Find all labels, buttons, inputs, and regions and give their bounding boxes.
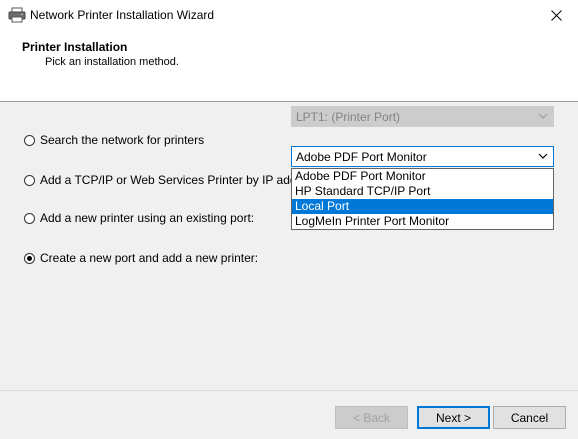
dropdown-item-highlighted[interactable]: Local Port (292, 199, 553, 214)
wizard-header: Printer Installation Pick an installatio… (0, 31, 578, 102)
option-label: Search the network for printers (40, 133, 205, 147)
title-bar: Network Printer Installation Wizard (0, 0, 578, 31)
existing-port-value: LPT1: (Printer Port) (296, 109, 401, 124)
close-icon (550, 10, 562, 21)
option-existing-port[interactable]: Add a new printer using an existing port… (24, 211, 254, 225)
new-port-value: Adobe PDF Port Monitor (296, 149, 427, 164)
printer-icon (8, 7, 26, 23)
chevron-down-icon (538, 113, 548, 119)
close-button[interactable] (534, 0, 578, 31)
dropdown-item[interactable]: Adobe PDF Port Monitor (292, 169, 553, 184)
dropdown-item[interactable]: HP Standard TCP/IP Port (292, 184, 553, 199)
wizard-footer: < Back Next > Cancel (0, 390, 578, 439)
next-button[interactable]: Next > (417, 406, 490, 429)
radio-button-selected[interactable] (24, 252, 35, 264)
port-dropdown-list: Adobe PDF Port Monitor HP Standard TCP/I… (291, 168, 554, 230)
chevron-down-icon[interactable] (538, 152, 548, 160)
cancel-button[interactable]: Cancel (493, 406, 566, 429)
dropdown-item[interactable]: LogMeIn Printer Port Monitor (292, 214, 553, 229)
page-subtitle: Pick an installation method. (45, 56, 179, 68)
window-title: Network Printer Installation Wizard (30, 8, 215, 22)
option-label: Create a new port and add a new printer: (40, 251, 259, 265)
back-button[interactable]: < Back (335, 406, 408, 429)
radio-button[interactable] (24, 174, 35, 186)
option-create-port[interactable]: Create a new port and add a new printer: (24, 251, 258, 265)
radio-button[interactable] (24, 212, 35, 224)
existing-port-select: LPT1: (Printer Port) (291, 106, 554, 127)
new-port-select[interactable]: Adobe PDF Port Monitor (291, 146, 554, 167)
radio-button[interactable] (24, 134, 35, 146)
option-search-network[interactable]: Search the network for printers (24, 133, 204, 147)
option-label: Add a new printer using an existing port… (40, 211, 255, 225)
page-title: Printer Installation (22, 40, 128, 54)
